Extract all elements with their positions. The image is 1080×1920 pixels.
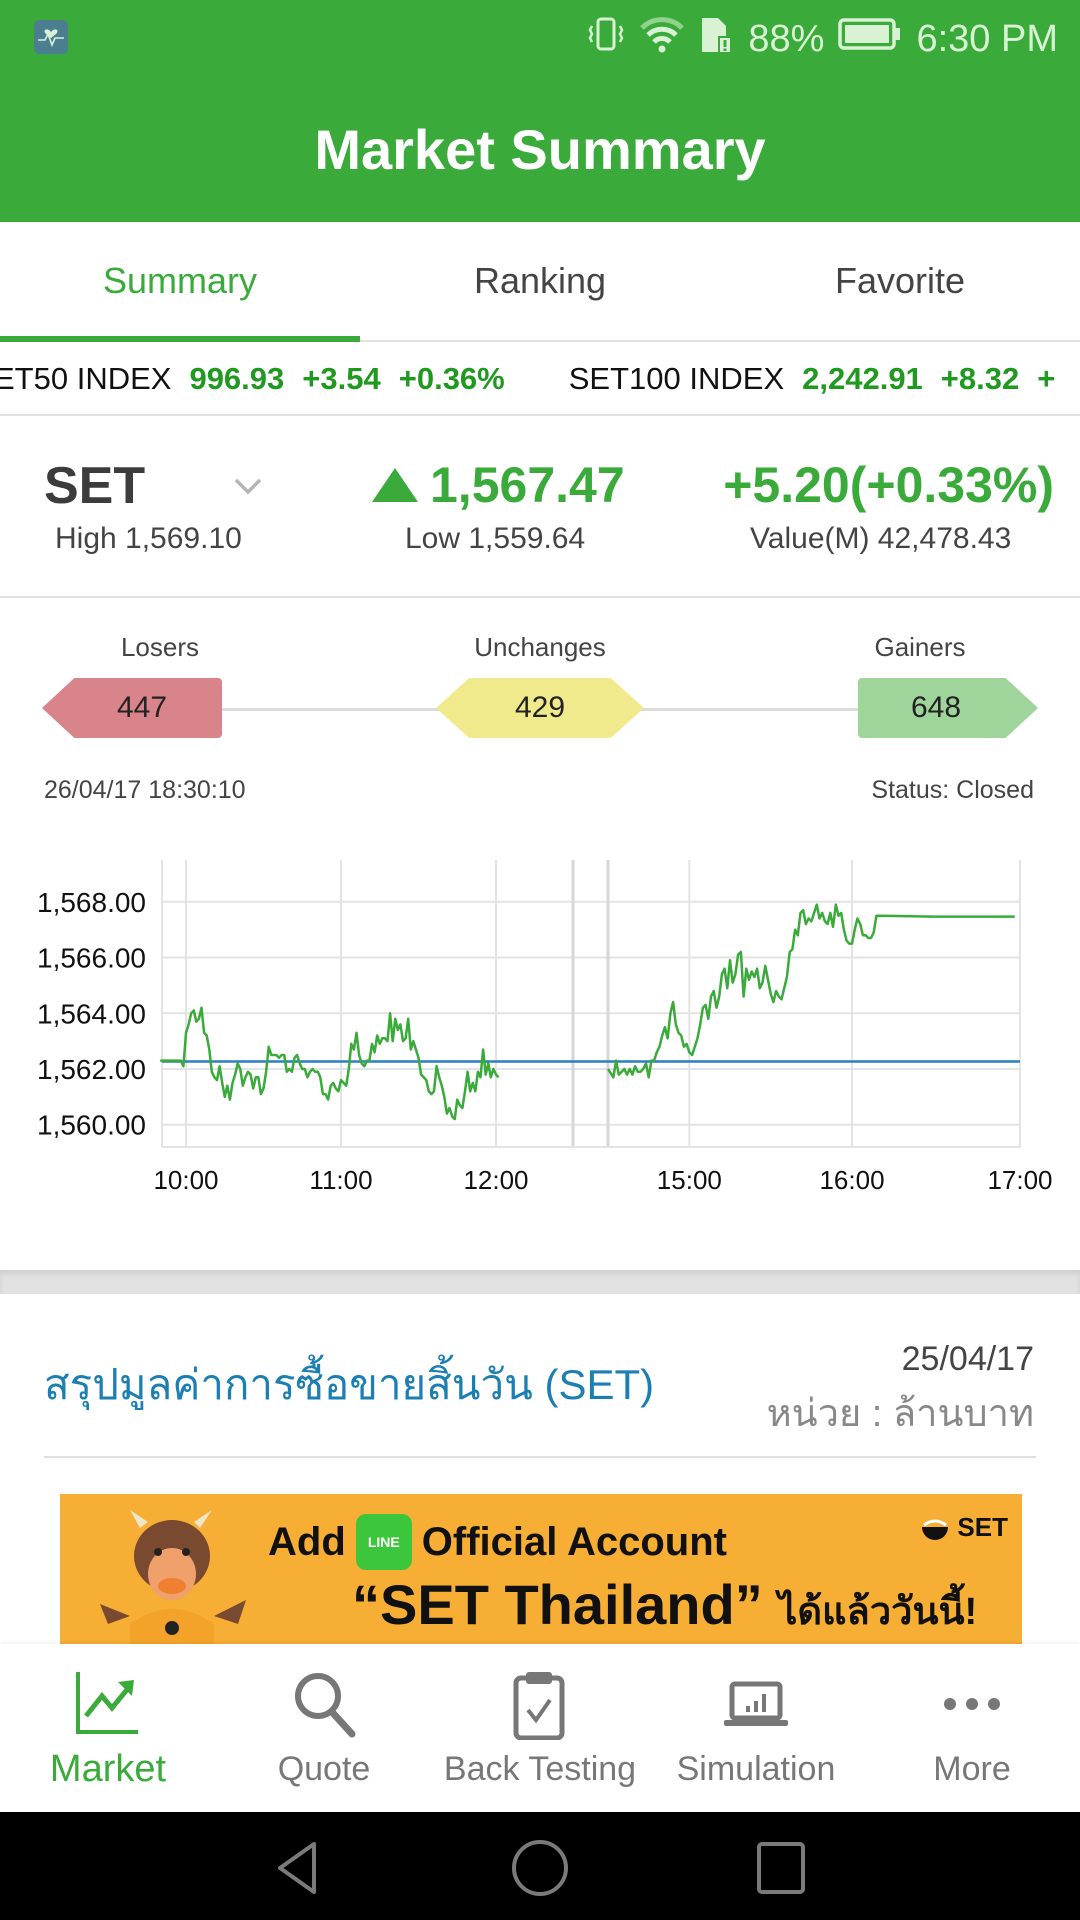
nav-quote[interactable]: Quote <box>216 1644 432 1812</box>
losers-badge: 447 <box>42 678 222 738</box>
back-icon[interactable] <box>272 1840 324 1896</box>
bottom-navigation: Market Quote Back Testing Simulation Mor… <box>0 1644 1080 1812</box>
home-icon[interactable] <box>510 1840 570 1896</box>
system-navigation-bar <box>0 1812 1080 1920</box>
x-tick-label: 17:00 <box>987 1165 1052 1195</box>
y-tick-label: 1,562.00 <box>37 1054 146 1085</box>
last-price-value: 1,567.47 <box>430 457 625 513</box>
daily-summary-date: 25/04/17 <box>901 1340 1034 1378</box>
y-tick-label: 1,566.00 <box>37 943 146 974</box>
market-breadth: Losers Unchanges Gainers 447 429 648 26/… <box>0 600 1080 840</box>
trade-value: Value(M) 42,478.43 <box>750 522 1012 555</box>
clock: 6:30 PM <box>916 17 1058 60</box>
ticker-last: 996.93 <box>189 361 285 396</box>
banner-thai-text: ได้แล้ววันนี้! <box>778 1591 978 1633</box>
clipboard-check-icon <box>513 1671 565 1740</box>
tab-favorite[interactable]: Favorite <box>720 222 1080 340</box>
trend-chart-icon <box>76 1671 138 1734</box>
status-bar: 88% 6:30 PM <box>0 0 1080 76</box>
daily-summary-title: สรุปมูลค่าการซื้อขายสิ้นวัน (SET) <box>44 1361 655 1408</box>
ticker-percent: +0.36% <box>398 361 505 396</box>
nav-back-testing[interactable]: Back Testing <box>432 1644 648 1812</box>
battery-percent: 88% <box>748 17 825 60</box>
unchanged-label: Unchanges <box>474 632 606 662</box>
last-price: 1,567.47 <box>372 456 625 514</box>
ticker-name: ET50 INDEX <box>0 361 172 396</box>
x-tick-label: 15:00 <box>657 1165 722 1195</box>
nav-more-label: More <box>933 1749 1011 1788</box>
gainers-label: Gainers <box>874 632 966 662</box>
x-tick-label: 16:00 <box>819 1165 884 1195</box>
more-dots-icon <box>944 1697 1000 1710</box>
index-symbol[interactable]: SET <box>44 456 145 516</box>
nav-market[interactable]: Market <box>0 1644 216 1812</box>
intraday-chart-svg: 1,568.00 1,566.00 1,564.00 1,562.00 1,560.00… <box>37 860 1053 1195</box>
intraday-chart[interactable]: 1,568.00 1,566.00 1,564.00 1,562.00 1,560.00… <box>0 840 1080 1260</box>
index-quote: SET 1,567.47 +5.20(+0.33%) High 1,569.10… <box>0 418 1080 598</box>
y-tick-label: 1,560.00 <box>37 1110 146 1141</box>
daily-summary-section: สรุปมูลค่าการซื้อขายสิ้นวัน (SET) 25/04/… <box>0 1294 1080 1494</box>
banner-add-text: Add <box>268 1519 346 1564</box>
banner-line2: “SET Thailand” ได้แล้ววันนี้! <box>352 1572 977 1641</box>
nav-market-label: Market <box>49 1747 167 1790</box>
x-tick-label: 12:00 <box>463 1165 528 1195</box>
index-ticker[interactable]: ET50 INDEX 996.93 +3.54 +0.36% SET100 IN… <box>0 344 1080 416</box>
gainers-badge: 648 <box>858 678 1038 738</box>
set-logo: SET <box>920 1512 1008 1543</box>
nav-back-testing-label: Back Testing <box>443 1749 637 1788</box>
app-bar: Market Summary <box>0 76 1080 222</box>
high-price: High 1,569.10 <box>55 522 242 555</box>
divider <box>44 1456 1036 1458</box>
price-line-afternoon <box>606 903 1015 1079</box>
ticker-item[interactable]: ET50 INDEX 996.93 +3.54 +0.36% <box>0 361 505 397</box>
ticker-change: +3.54 <box>302 361 381 396</box>
price-change: +5.20(+0.33%) <box>723 457 1054 513</box>
laptop-chart-icon <box>724 1681 788 1726</box>
banner-official-text: Official Account <box>421 1519 727 1564</box>
set-logo-text: SET <box>957 1512 1008 1542</box>
y-tick-label: 1,564.00 <box>37 998 146 1029</box>
line-app-icon: LINE <box>355 1514 412 1570</box>
y-tick-label: 1,568.00 <box>37 887 146 918</box>
bull-mascot-icon <box>100 1504 250 1644</box>
wifi-icon <box>640 14 685 64</box>
price-line-morning <box>160 1006 500 1121</box>
losers-label: Losers <box>120 632 200 662</box>
section-divider <box>0 1270 1080 1294</box>
unchanged-badge: 429 <box>436 678 644 738</box>
nav-quote-label: Quote <box>277 1749 371 1788</box>
page-title: Market Summary <box>314 117 766 181</box>
ticker-change: +8.32 <box>940 361 1020 396</box>
daily-summary-unit: หน่วย : ล้านบาท <box>766 1393 1034 1435</box>
nav-simulation[interactable]: Simulation <box>648 1644 864 1812</box>
battery-icon <box>838 17 902 61</box>
ticker-name: SET100 INDEX <box>568 361 785 396</box>
search-icon <box>295 1672 356 1737</box>
recents-icon[interactable] <box>756 1840 806 1896</box>
health-monitor-icon <box>34 20 68 54</box>
tab-summary[interactable]: Summary <box>0 222 360 342</box>
sim-alert-icon <box>698 14 734 64</box>
banner-brand-text: “SET Thailand” <box>352 1573 763 1636</box>
promo-banner[interactable]: Add LINE Official Account “SET Thailand”… <box>60 1494 1022 1644</box>
chevron-down-icon[interactable] <box>230 468 266 504</box>
low-price: Low 1,559.64 <box>405 522 586 555</box>
ticker-percent: + <box>1037 361 1056 396</box>
x-tick-label: 11:00 <box>309 1165 372 1195</box>
tab-bar: Summary Ranking Favorite <box>0 222 1080 342</box>
nav-more[interactable]: More <box>864 1644 1080 1812</box>
nav-simulation-label: Simulation <box>676 1749 836 1788</box>
x-tick-label: 10:00 <box>153 1165 218 1195</box>
banner-line1: Add LINE Official Account <box>268 1514 727 1570</box>
tab-ranking[interactable]: Ranking <box>360 222 720 340</box>
ticker-item[interactable]: SET100 INDEX 2,242.91 +8.32 + <box>569 361 1056 397</box>
vibrate-icon <box>586 14 626 64</box>
ticker-last: 2,242.91 <box>802 361 923 396</box>
market-status: Status: Closed <box>871 776 1034 804</box>
update-timestamp: 26/04/17 18:30:10 <box>44 776 246 804</box>
up-arrow-icon <box>372 468 418 502</box>
